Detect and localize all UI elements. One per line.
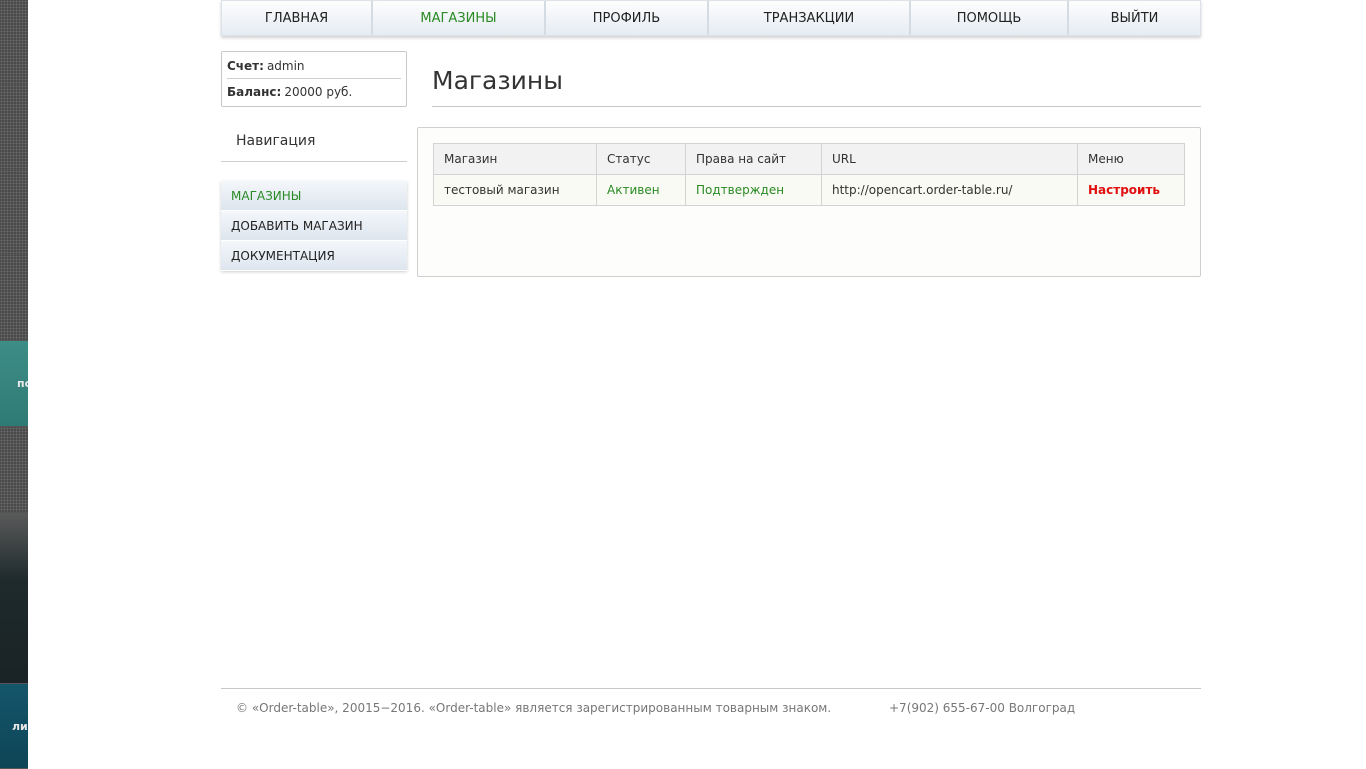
store-name-cell: тестовый магазин: [433, 174, 597, 206]
side-strip-tile: [0, 427, 28, 513]
footer-copyright: © «Order-table», 20015−2016. «Order-tabl…: [236, 701, 832, 715]
balance-label: Баланс:: [227, 84, 282, 99]
store-url-cell: http://opencart.order-table.ru/: [821, 174, 1078, 206]
nav-item-profile[interactable]: ПРОФИЛЬ: [546, 1, 709, 35]
sidebar-menu: МАГАЗИНЫ ДОБАВИТЬ МАГАЗИН ДОКУМЕНТАЦИЯ: [221, 181, 407, 271]
side-strip-tile: [0, 170, 28, 255]
nav-item-logout[interactable]: ВЫЙТИ: [1069, 1, 1200, 35]
side-strip-label: ли: [12, 719, 28, 733]
sidebar-item-add-store[interactable]: ДОБАВИТЬ МАГАЗИН: [221, 211, 407, 241]
account-info-box: Счет: admin Баланс: 20000 руб.: [221, 51, 407, 107]
nav-item-stores[interactable]: МАГАЗИНЫ: [373, 1, 546, 35]
account-label: Счет:: [227, 59, 264, 73]
store-menu-cell: Настроить: [1077, 174, 1185, 206]
footer-contact: +7(902) 655-67-00 Волгоград: [889, 701, 1076, 715]
stores-panel: Магазин Статус Права на сайт URL Меню те…: [417, 127, 1201, 277]
column-header-menu: Меню: [1077, 143, 1185, 175]
store-status-cell: Активен: [596, 174, 686, 206]
nav-item-transactions[interactable]: ТРАНЗАКЦИИ: [709, 1, 911, 35]
sidebar-item-documentation[interactable]: ДОКУМЕНТАЦИЯ: [221, 241, 407, 271]
configure-store-link[interactable]: Настроить: [1088, 183, 1160, 197]
page-title: Магазины: [432, 66, 1201, 107]
table-row: тестовый магазин Активен Подтвержден htt…: [433, 174, 1185, 206]
side-strip-tile-dark: [0, 513, 28, 684]
stores-table: Магазин Статус Права на сайт URL Меню те…: [433, 143, 1185, 206]
column-header-rights: Права на сайт: [685, 143, 822, 175]
account-row: Счет: admin: [227, 54, 401, 79]
column-header-url: URL: [821, 143, 1078, 175]
side-strip-tile: [0, 0, 28, 85]
nav-item-home[interactable]: ГЛАВНАЯ: [222, 1, 373, 35]
account-value: admin: [266, 59, 305, 73]
side-strip-tile: [0, 255, 28, 341]
side-strip-tile: [0, 85, 28, 170]
column-header-status: Статус: [596, 143, 686, 175]
side-strip-tile-teal[interactable]: по: [0, 341, 28, 427]
top-navigation: ГЛАВНАЯ МАГАЗИНЫ ПРОФИЛЬ ТРАНЗАКЦИИ ПОМО…: [221, 0, 1201, 36]
store-rights-cell: Подтвержден: [685, 174, 822, 206]
table-header-row: Магазин Статус Права на сайт URL Меню: [433, 143, 1185, 175]
footer-divider: [221, 688, 1201, 689]
side-strip-tile-blue[interactable]: ли: [0, 684, 28, 769]
column-header-store: Магазин: [433, 143, 597, 175]
balance-row: Баланс: 20000 руб.: [227, 79, 401, 104]
left-side-strip: по ли: [0, 0, 28, 769]
balance-value: 20000 руб.: [284, 84, 353, 99]
nav-item-help[interactable]: ПОМОЩЬ: [911, 1, 1069, 35]
sidebar-item-stores[interactable]: МАГАЗИНЫ: [221, 181, 407, 211]
sidebar-title: Навигация: [221, 133, 407, 162]
side-strip-label: по: [17, 377, 28, 390]
